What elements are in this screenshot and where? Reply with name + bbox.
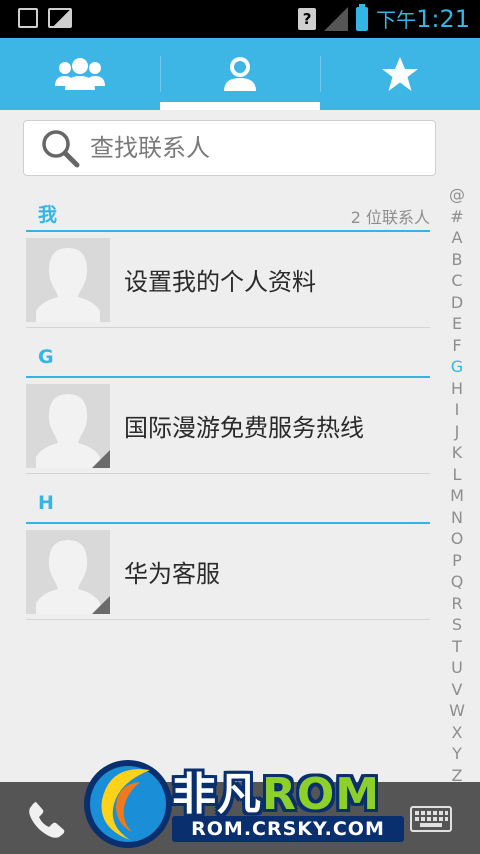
avatar [26,383,110,468]
groups-icon [55,58,105,90]
alphabet-index-letter[interactable]: C [446,270,468,292]
keyboard-icon[interactable] [410,806,452,832]
section-header-h: H [26,482,430,524]
battery-icon [356,3,369,31]
person-icon [224,57,256,91]
tab-favorites[interactable] [320,38,480,110]
alphabet-index-letter[interactable]: R [446,593,468,615]
alphabet-index-letter[interactable]: U [446,657,468,679]
watermark: 非凡ROM ROM.CRSKY.COM [80,752,410,852]
alphabet-index-letter[interactable]: L [446,464,468,486]
notification-icons [18,8,72,28]
contact-name: 华为客服 [124,560,220,588]
search-input[interactable] [90,134,410,162]
clock-period: 下午 [376,8,417,32]
contact-count: 2 位联系人 [350,208,430,227]
alphabet-index-letter[interactable]: I [446,399,468,421]
alphabet-index-letter[interactable]: X [446,722,468,744]
alphabet-index-letter[interactable]: Y [446,743,468,765]
alphabet-index-letter[interactable]: F [446,335,468,357]
list-item-contact[interactable]: 华为客服 [26,524,430,620]
alphabet-index-letter[interactable]: M [446,485,468,507]
section-letter: G [38,346,54,368]
alphabet-index-letter[interactable]: D [446,292,468,314]
status-bar: ? 下午1:21 [0,0,480,38]
search-icon [42,130,80,168]
dialpad-phone-icon[interactable] [28,800,66,838]
list-item-my-profile[interactable]: 设置我的个人资料 [26,232,430,328]
unknown-sim-icon: ? [298,7,317,30]
alphabet-index-letter[interactable]: N [446,507,468,529]
alphabet-index-letter[interactable]: T [446,636,468,658]
search-box[interactable] [23,120,436,176]
alphabet-index-letter[interactable]: S [446,614,468,636]
section-header-g: G [26,336,430,378]
alphabet-index-letter[interactable]: H [446,378,468,400]
list-item-contact[interactable]: 国际漫游免费服务热线 [26,378,430,474]
alphabet-index-letter[interactable]: @ [446,184,468,206]
alphabet-index-letter[interactable]: J [446,421,468,443]
alphabet-index-letter[interactable]: E [446,313,468,335]
avatar [26,529,110,614]
avatar [26,237,110,322]
watermark-logo-icon [84,760,172,848]
section-letter: 我 [38,204,58,226]
tab-contacts[interactable] [160,38,320,110]
quick-contact-badge-icon [92,449,110,468]
contact-list: 我 2 位联系人 设置我的个人资料 G 国际漫游免费服务热线 H 华为客服 [26,190,430,620]
tab-bar [0,38,480,110]
star-icon [382,57,418,91]
alphabet-index-letter[interactable]: W [446,700,468,722]
alphabet-index-letter[interactable]: Q [446,571,468,593]
alphabet-index-letter[interactable]: O [446,528,468,550]
alphabet-index-letter[interactable]: A [446,227,468,249]
watermark-title-part2: ROM [262,769,381,820]
section-letter: H [38,492,54,514]
alphabet-index-letter[interactable]: K [446,442,468,464]
alphabet-index-letter[interactable]: B [446,249,468,271]
watermark-title: 非凡ROM [172,758,380,822]
quick-contact-badge-icon [92,595,110,614]
system-icons: ? 下午1:21 [298,3,470,33]
watermark-title-part1: 非凡 [172,769,262,820]
clock-time: 1:21 [416,5,470,33]
section-header-me: 我 2 位联系人 [26,190,430,232]
contact-name: 设置我的个人资料 [124,268,316,296]
watermark-url: ROM.CRSKY.COM [172,816,404,842]
alphabet-index-letter[interactable]: # [446,206,468,228]
alphabet-index-letter[interactable]: G [446,356,468,378]
tab-groups[interactable] [0,38,160,110]
signal-icon [324,6,349,31]
image-notification-icon [48,8,72,28]
default-avatar-icon [36,247,100,322]
text-notification-icon [18,8,38,28]
contact-name: 国际漫游免费服务热线 [124,414,364,442]
alphabet-index[interactable]: @ # A B C D E F G H I J K L M N O P Q R S T U V W X Y Z [446,184,468,786]
alphabet-index-letter[interactable]: P [446,550,468,572]
clock: 下午1:21 [376,4,470,33]
alphabet-index-letter[interactable]: V [446,679,468,701]
